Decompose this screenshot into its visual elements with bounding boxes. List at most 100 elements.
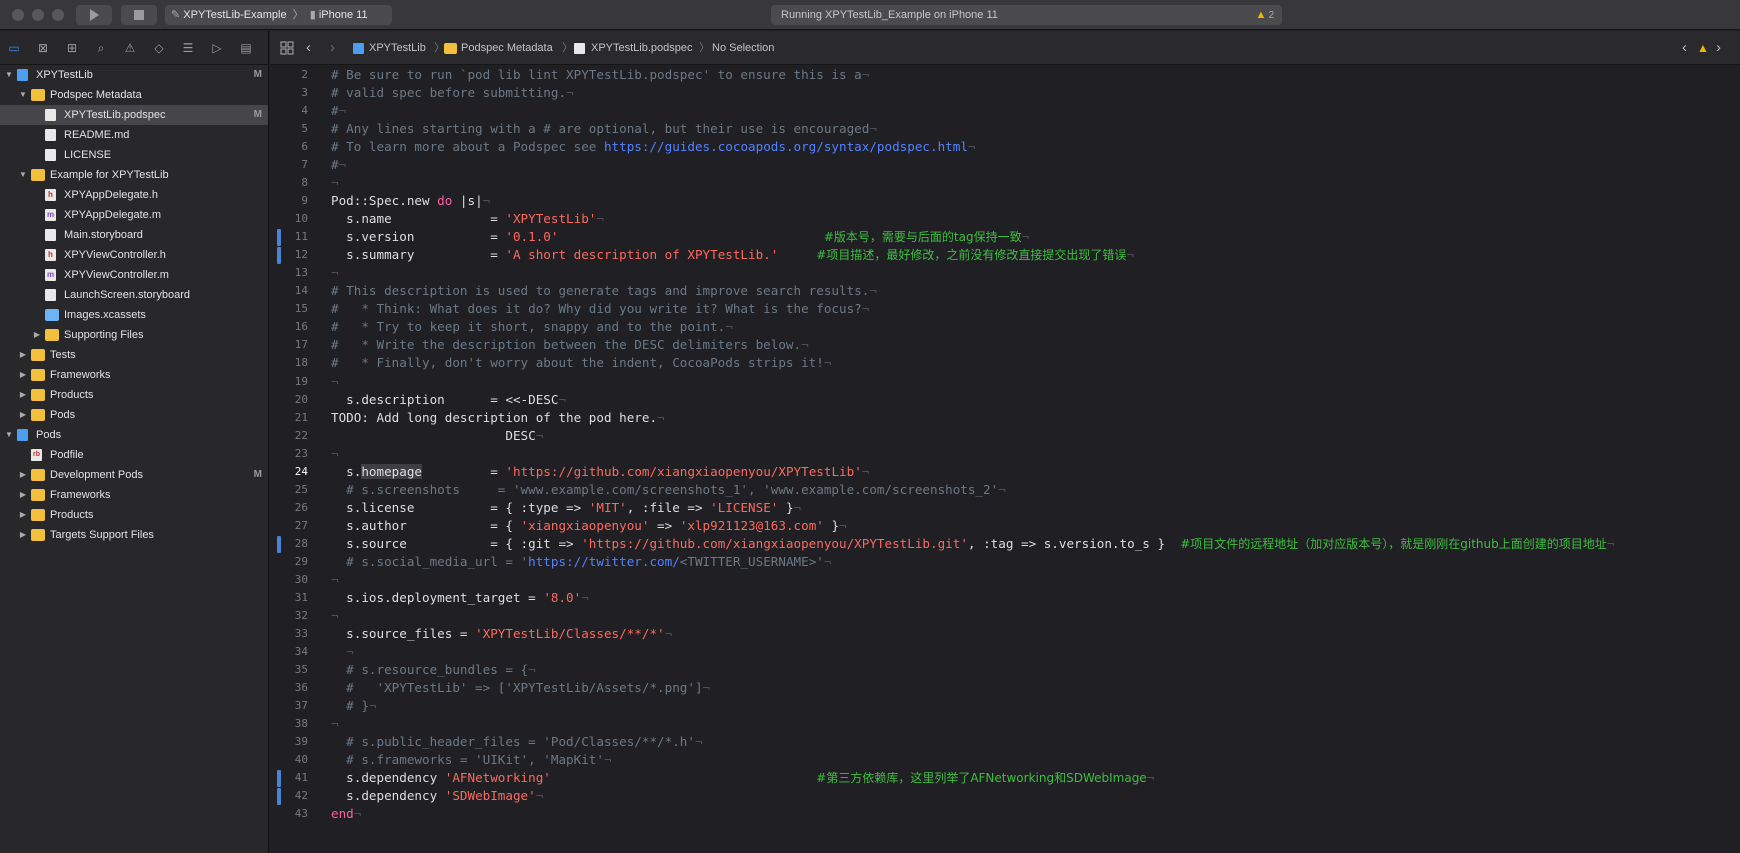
tree-item[interactable]: ▶ Frameworks	[0, 485, 268, 505]
code-line[interactable]: s.version = '0.1.0' #版本号，需要与后面的tag保持一致¬	[331, 228, 1029, 246]
code-line[interactable]: s.summary = 'A short description of XPYT…	[331, 246, 1134, 264]
disclosure-closed-icon[interactable]: ▶	[18, 525, 28, 545]
tree-item[interactable]: LaunchScreen.storyboard	[0, 285, 268, 305]
code-line[interactable]: s.license = { :type => 'MIT', :file => '…	[331, 499, 801, 517]
code-line[interactable]: s.source_files = 'XPYTestLib/Classes/**/…	[331, 625, 672, 643]
disclosure-closed-icon[interactable]: ▶	[18, 405, 28, 425]
code-line[interactable]: ¬	[331, 571, 339, 589]
hierarchy-icon[interactable]: ⊞	[64, 41, 80, 55]
code-line[interactable]: ¬	[331, 607, 339, 625]
tree-item[interactable]: ▶ Frameworks	[0, 365, 268, 385]
warning-icon[interactable]: ▲	[1697, 31, 1709, 65]
disclosure-open-icon[interactable]: ▼	[18, 85, 28, 105]
code-line[interactable]: end¬	[331, 805, 361, 823]
scheme-selector[interactable]: ✎ XPYTestLib-Example 〉 ▮ iPhone 11	[165, 5, 392, 25]
stop-button[interactable]	[121, 5, 157, 25]
code-line[interactable]: TODO: Add long description of the pod he…	[331, 409, 665, 427]
tree-item[interactable]: ▶ Products	[0, 385, 268, 405]
tree-item[interactable]: h XPYViewController.h	[0, 245, 268, 265]
breadcrumb-symbol[interactable]: No Selection	[712, 31, 774, 65]
tree-item[interactable]: LICENSE	[0, 145, 268, 165]
tree-item[interactable]: ▼ Pods	[0, 425, 268, 445]
tree-item[interactable]: rb Podfile	[0, 445, 268, 465]
code-line[interactable]: ¬	[331, 643, 354, 661]
forward-button[interactable]: ›	[330, 31, 335, 65]
code-line[interactable]: s.ios.deployment_target = '8.0'¬	[331, 589, 589, 607]
tree-item[interactable]: m XPYAppDelegate.m	[0, 205, 268, 225]
related-items-button[interactable]	[280, 31, 294, 69]
code-line[interactable]: # * Write the description between the DE…	[331, 336, 809, 354]
next-issue-button[interactable]: ›	[1716, 31, 1721, 65]
disclosure-open-icon[interactable]: ▼	[4, 65, 14, 85]
code-line[interactable]: # s.social_media_url = 'https://twitter.…	[331, 553, 831, 571]
code-line[interactable]: # Be sure to run `pod lib lint XPYTestLi…	[331, 66, 869, 84]
disclosure-closed-icon[interactable]: ▶	[18, 345, 28, 365]
code-line[interactable]: # 'XPYTestLib' => ['XPYTestLib/Assets/*.…	[331, 679, 710, 697]
code-line[interactable]: # To learn more about a Podspec see http…	[331, 138, 976, 156]
tree-item[interactable]: ▶ Development Pods M	[0, 465, 268, 485]
code-line[interactable]: # }¬	[331, 697, 376, 715]
source-control-icon[interactable]: ⊠	[35, 41, 51, 55]
tree-item[interactable]: ▼ Podspec Metadata	[0, 85, 268, 105]
disclosure-open-icon[interactable]: ▼	[18, 165, 28, 185]
tree-item[interactable]: ▶ Tests	[0, 345, 268, 365]
code-line[interactable]: # valid spec before submitting.¬	[331, 84, 574, 102]
tree-item[interactable]: Main.storyboard	[0, 225, 268, 245]
tree-item[interactable]: ▼ XPYTestLib M	[0, 65, 268, 85]
breadcrumb-group[interactable]: Podspec Metadata	[461, 31, 553, 65]
code-line[interactable]: s.dependency 'SDWebImage'¬	[331, 787, 543, 805]
code-line[interactable]: #¬	[331, 102, 346, 120]
code-line[interactable]: # * Finally, don't worry about the inden…	[331, 354, 831, 372]
code-line[interactable]: # This description is used to generate t…	[331, 282, 877, 300]
tree-item[interactable]: Images.xcassets	[0, 305, 268, 325]
tree-item[interactable]: README.md	[0, 125, 268, 145]
warning-indicator[interactable]: ▲ 2	[1256, 5, 1274, 26]
code-line[interactable]: s.homepage = 'https://github.com/xiangxi…	[331, 463, 869, 481]
code-line[interactable]: s.name = 'XPYTestLib'¬	[331, 210, 604, 228]
breakpoint-icon[interactable]: ▷	[209, 41, 225, 55]
back-button[interactable]: ‹	[306, 31, 311, 65]
tree-item[interactable]: ▶ Products	[0, 505, 268, 525]
code-line[interactable]: # * Think: What does it do? Why did you …	[331, 300, 869, 318]
debug-icon[interactable]: ☰	[180, 41, 196, 55]
disclosure-closed-icon[interactable]: ▶	[18, 365, 28, 385]
source-editor[interactable]: 2 3 4 5 6 7 8 9 10 11 12 13 14 15 16 17 18 19 20 21 22 23 24 25…	[270, 66, 1740, 853]
find-icon[interactable]: ⌕	[93, 41, 109, 55]
code-line[interactable]: s.author = { 'xiangxiaopenyou' => 'xlp92…	[331, 517, 846, 535]
tree-item[interactable]: ▶ Supporting Files	[0, 325, 268, 345]
code-line[interactable]: # s.frameworks = 'UIKit', 'MapKit'¬	[331, 751, 611, 769]
code-line[interactable]: # * Try to keep it short, snappy and to …	[331, 318, 733, 336]
code-line[interactable]: # s.screenshots = 'www.example.com/scree…	[331, 481, 1006, 499]
zoom-window-button[interactable]	[52, 9, 64, 21]
code-line[interactable]: #¬	[331, 156, 346, 174]
code-line[interactable]: s.description = <<-DESC¬	[331, 391, 566, 409]
code-line[interactable]: Pod::Spec.new do |s|¬	[331, 192, 490, 210]
code-line[interactable]: ¬	[331, 373, 339, 391]
code-line[interactable]: s.dependency 'AFNetworking' #第三方依赖库，这里列举…	[331, 769, 1154, 787]
test-icon[interactable]: ◇	[151, 41, 167, 55]
disclosure-closed-icon[interactable]: ▶	[18, 465, 28, 485]
tree-item[interactable]: XPYTestLib.podspec M	[0, 105, 268, 125]
folder-icon[interactable]: ▭	[6, 41, 22, 55]
disclosure-closed-icon[interactable]: ▶	[18, 505, 28, 525]
code-line[interactable]: ¬	[331, 174, 339, 192]
code-line[interactable]: ¬	[331, 445, 339, 463]
code-line[interactable]: ¬	[331, 715, 339, 733]
disclosure-open-icon[interactable]: ▼	[4, 425, 14, 445]
tree-item[interactable]: ▶ Targets Support Files	[0, 525, 268, 545]
tree-item[interactable]: h XPYAppDelegate.h	[0, 185, 268, 205]
report-icon[interactable]: ▤	[238, 41, 254, 55]
tree-item[interactable]: ▶ Pods	[0, 405, 268, 425]
disclosure-closed-icon[interactable]: ▶	[32, 325, 42, 345]
tree-item[interactable]: m XPYViewController.m	[0, 265, 268, 285]
code-line[interactable]: # s.resource_bundles = {¬	[331, 661, 536, 679]
minimize-window-button[interactable]	[32, 9, 44, 21]
disclosure-closed-icon[interactable]: ▶	[18, 385, 28, 405]
run-button[interactable]	[76, 5, 112, 25]
tree-item[interactable]: ▼ Example for XPYTestLib	[0, 165, 268, 185]
code-line[interactable]: ¬	[331, 264, 339, 282]
close-window-button[interactable]	[12, 9, 24, 21]
code-line[interactable]: # Any lines starting with a # are option…	[331, 120, 877, 138]
code-line[interactable]: # s.public_header_files = 'Pod/Classes/*…	[331, 733, 702, 751]
disclosure-closed-icon[interactable]: ▶	[18, 485, 28, 505]
